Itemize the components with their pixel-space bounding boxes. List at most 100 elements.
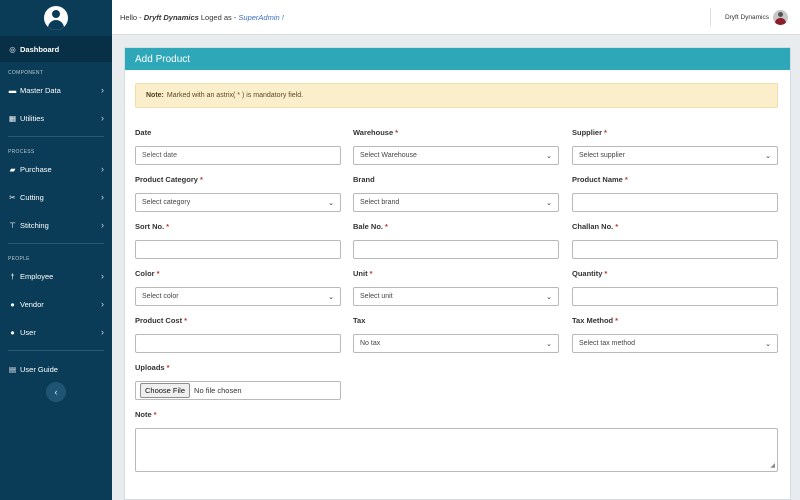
challan-no-input[interactable] — [572, 240, 778, 259]
mandatory-note: Note: Marked with an astrix( * ) is mand… — [135, 83, 778, 108]
tax-method-selected-value: Select tax method — [579, 340, 636, 347]
top-bar: Hello - Dryft Dynamics Loged as - SuperA… — [112, 0, 800, 35]
color-selected-value: Select color — [142, 293, 179, 300]
sidebar-item-label: Utilities — [20, 113, 45, 123]
tax-method-select[interactable]: Select tax method ⌄ — [572, 334, 778, 353]
sidebar-item-master-data[interactable]: ▬ Master Data › — [0, 76, 112, 104]
resize-grip-icon[interactable]: ◢ — [770, 462, 775, 469]
tax-label: Tax — [353, 316, 366, 325]
note-textarea[interactable]: ◢ — [135, 428, 778, 472]
person-icon: † — [10, 271, 15, 281]
sidebar-item-vendor[interactable]: ● Vendor › — [0, 290, 112, 318]
folder-icon: ▬ — [8, 85, 17, 95]
user-name[interactable]: Dryft Dynamics — [725, 14, 769, 21]
supplier-label: Supplier * — [572, 128, 607, 137]
color-label: Color * — [135, 269, 160, 278]
chevron-down-icon: ⌄ — [546, 153, 552, 160]
users-icon: ● — [10, 327, 15, 337]
sidebar-item-purchase[interactable]: ▰ Purchase › — [0, 155, 112, 183]
bale-no-field: Bale No. * — [353, 222, 559, 259]
product-category-select[interactable]: Select category ⌄ — [135, 193, 341, 212]
dashboard-icon: ◎ — [9, 44, 16, 54]
note-label: Note: — [146, 92, 164, 99]
sort-no-field: Sort No. * — [135, 222, 341, 259]
date-label: Date — [135, 128, 152, 137]
tax-field: Tax No tax ⌄ — [353, 316, 559, 353]
unit-select[interactable]: Select unit ⌄ — [353, 287, 559, 306]
product-category-label: Product Category * — [135, 175, 203, 184]
sidebar-divider — [8, 243, 104, 244]
uploads-file-input[interactable]: Choose File No file chosen — [135, 381, 341, 400]
bale-no-label: Bale No. * — [353, 222, 388, 231]
chevron-right-icon: › — [101, 192, 104, 202]
choose-file-button[interactable]: Choose File — [140, 383, 191, 398]
account-icon[interactable] — [44, 6, 68, 30]
date-field: Date Select date — [135, 128, 341, 165]
challan-no-field: Challan No. * — [572, 222, 778, 259]
warehouse-select[interactable]: Select Warehouse ⌄ — [353, 146, 559, 165]
sidebar-item-label: Purchase — [20, 164, 52, 174]
sidebar-item-label: Vendor — [20, 299, 44, 309]
sidebar-item-user-guide[interactable]: ▤ User Guide — [0, 355, 112, 383]
color-select[interactable]: Select color ⌄ — [135, 287, 341, 306]
sidebar-divider — [8, 136, 104, 137]
sidebar-item-label: Stitching — [20, 220, 49, 230]
sort-no-input[interactable] — [135, 240, 341, 259]
sort-no-label: Sort No. * — [135, 222, 170, 231]
product-cost-input[interactable] — [135, 334, 341, 353]
tax-method-label: Tax Method * — [572, 316, 619, 325]
product-cost-label: Product Cost * — [135, 316, 188, 325]
sidebar-item-cutting[interactable]: ✂ Cutting › — [0, 183, 112, 211]
chevron-right-icon: › — [101, 220, 104, 230]
supplier-select[interactable]: Select supplier ⌄ — [572, 146, 778, 165]
sidebar-item-stitching[interactable]: ⊤ Stitching › — [0, 211, 112, 239]
product-name-label: Product Name * — [572, 175, 628, 184]
card-title: Add Product — [125, 48, 790, 70]
quantity-input[interactable] — [572, 287, 778, 306]
pin-icon: ⊤ — [9, 220, 16, 230]
warehouse-label: Warehouse * — [353, 128, 399, 137]
greeting-prefix: Hello - — [120, 12, 144, 22]
product-name-field: Product Name * — [572, 175, 778, 212]
tax-select[interactable]: No tax ⌄ — [353, 334, 559, 353]
tax-selected-value: No tax — [360, 340, 381, 347]
sidebar-item-label: Cutting — [20, 192, 44, 202]
uploads-label: Uploads * — [135, 363, 170, 372]
note-field-label: Note * — [135, 410, 157, 419]
collapse-sidebar-button[interactable]: ‹ — [46, 382, 66, 402]
chevron-right-icon: › — [101, 113, 104, 123]
chevron-down-icon: ⌄ — [546, 341, 552, 348]
sidebar-item-label: Dashboard — [20, 44, 60, 54]
sidebar-item-dashboard[interactable]: ◎ Dashboard — [0, 36, 112, 62]
product-cost-field: Product Cost * — [135, 316, 341, 353]
date-input[interactable]: Select date — [135, 146, 341, 165]
loged-as-text: Loged as - — [198, 12, 239, 22]
sidebar-item-user[interactable]: ● User › — [0, 318, 112, 346]
chevron-right-icon: › — [101, 85, 104, 95]
warehouse-field: Warehouse * Select Warehouse ⌄ — [353, 128, 559, 165]
avatar[interactable] — [773, 9, 788, 25]
uploads-field: Uploads * Choose File No file chosen — [135, 363, 341, 400]
user-menu[interactable]: Dryft Dynamics — [709, 8, 788, 26]
user-icon: ● — [10, 299, 15, 309]
chevron-down-icon: ⌄ — [328, 294, 334, 301]
sidebar-section-label: PROCESS — [8, 149, 35, 155]
sidebar-item-label: Employee — [20, 271, 54, 281]
product-name-input[interactable] — [572, 193, 778, 212]
sidebar-item-utilities[interactable]: ▦ Utilities › — [0, 104, 112, 132]
sidebar-item-employee[interactable]: † Employee › — [0, 262, 112, 290]
bale-no-input[interactable] — [353, 240, 559, 259]
chevron-right-icon: › — [101, 271, 104, 281]
brand-select[interactable]: Select brand ⌄ — [353, 193, 559, 212]
sidebar-item-label: User — [20, 327, 36, 337]
brand-label: Brand — [353, 175, 375, 184]
unit-label: Unit * — [353, 269, 373, 278]
chevron-down-icon: ⌄ — [328, 200, 334, 207]
supplier-field: Supplier * Select supplier ⌄ — [572, 128, 778, 165]
quantity-label: Quantity * — [572, 269, 608, 278]
file-status: No file chosen — [194, 386, 242, 395]
cart-icon: ▰ — [9, 164, 16, 174]
company-name: Dryft Dynamics — [143, 12, 199, 22]
unit-selected-value: Select unit — [360, 293, 393, 300]
warehouse-selected-value: Select Warehouse — [360, 152, 417, 159]
